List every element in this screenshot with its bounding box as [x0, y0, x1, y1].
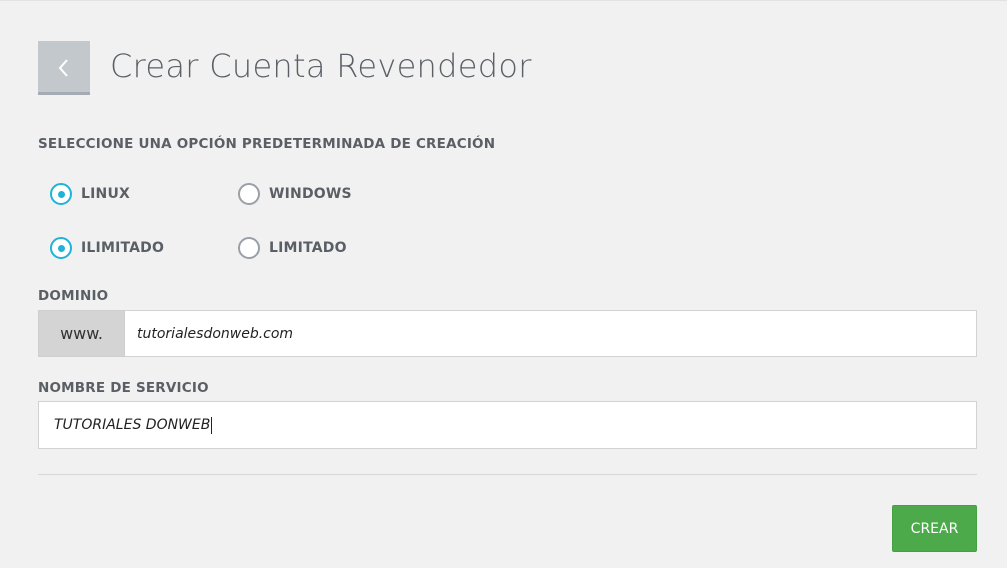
options-label: SELECCIONE UNA OPCIÓN PREDETERMINADA DE … [38, 136, 496, 152]
service-name-value: TUTORIALES DONWEB [54, 417, 211, 433]
radio-linux-label: LINUX [81, 186, 131, 202]
radio-windows-label: WINDOWS [269, 186, 352, 202]
domain-prefix: www. [38, 310, 125, 357]
create-button[interactable]: CREAR [892, 505, 977, 552]
radio-limitado[interactable]: LIMITADO [238, 237, 347, 259]
text-caret [211, 416, 213, 434]
back-button[interactable] [38, 41, 90, 95]
domain-label: DOMINIO [38, 288, 109, 304]
radio-linux[interactable]: LINUX [50, 183, 130, 205]
radio-ilimitado-label: ILIMITADO [81, 240, 165, 256]
radio-windows[interactable]: WINDOWS [238, 183, 352, 205]
domain-input[interactable]: tutorialesdonweb.com [125, 310, 977, 357]
radio-unchecked-icon[interactable] [238, 237, 260, 259]
create-reseller-page: Crear Cuenta Revendedor SELECCIONE UNA O… [0, 0, 1007, 568]
service-name-input[interactable]: TUTORIALES DONWEB [38, 401, 977, 449]
service-label: NOMBRE DE SERVICIO [38, 380, 209, 396]
domain-input-group: www. tutorialesdonweb.com [38, 310, 977, 357]
radio-checked-icon[interactable] [50, 183, 72, 205]
radio-unchecked-icon[interactable] [238, 183, 260, 205]
radio-limitado-label: LIMITADO [269, 240, 347, 256]
chevron-left-icon [58, 59, 68, 77]
page-title: Crear Cuenta Revendedor [110, 47, 532, 85]
form-divider [38, 474, 977, 475]
top-divider [0, 0, 1007, 1]
radio-ilimitado[interactable]: ILIMITADO [50, 237, 164, 259]
radio-checked-icon[interactable] [50, 237, 72, 259]
